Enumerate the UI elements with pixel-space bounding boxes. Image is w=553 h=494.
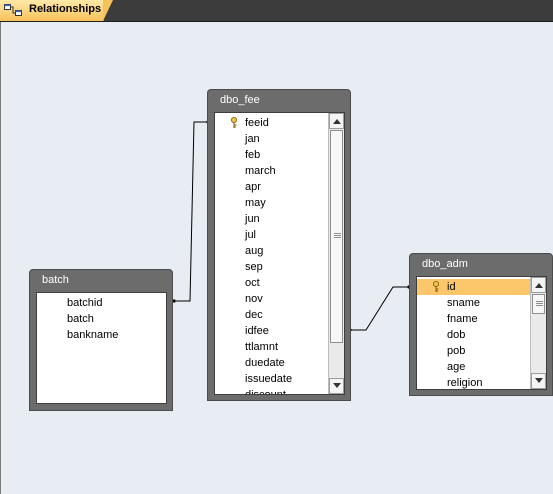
table-batch[interactable]: batch batchid batch bankname (29, 269, 173, 411)
field-row[interactable]: apr (215, 179, 328, 195)
scroll-down-button[interactable] (531, 373, 546, 389)
scroll-up-button[interactable] (329, 113, 344, 129)
field-row[interactable]: dec (215, 307, 328, 323)
vertical-scrollbar[interactable] (530, 277, 546, 389)
field-row[interactable]: idfee (215, 323, 328, 339)
field-list[interactable]: batchid batch bankname (36, 292, 167, 404)
primary-key-icon (231, 117, 237, 128)
field-row[interactable]: discount (215, 387, 328, 394)
field-row[interactable]: duedate (215, 355, 328, 371)
field-row-key[interactable]: feeid (215, 115, 328, 131)
table-dbo-fee[interactable]: dbo_fee feeid jan feb march apr may jun … (207, 89, 351, 401)
scroll-up-button[interactable] (531, 277, 546, 293)
field-row[interactable]: pob (417, 343, 530, 359)
document-tab-bar: Relationships (0, 0, 553, 22)
field-row[interactable]: jan (215, 131, 328, 147)
arrow-down-icon (535, 378, 543, 383)
field-row[interactable]: jul (215, 227, 328, 243)
arrow-up-icon (333, 119, 341, 124)
scroll-thumb[interactable] (330, 130, 343, 343)
field-row[interactable]: age (417, 359, 530, 375)
table-title[interactable]: dbo_fee (220, 94, 260, 106)
scroll-thumb[interactable] (532, 294, 545, 314)
field-row[interactable]: batch (37, 311, 166, 327)
field-row[interactable]: feb (215, 147, 328, 163)
table-title[interactable]: batch (42, 274, 69, 286)
field-row[interactable]: religion (417, 375, 530, 389)
field-row[interactable]: aug (215, 243, 328, 259)
vertical-scrollbar[interactable] (328, 113, 344, 394)
field-list[interactable]: feeid jan feb march apr may jun jul aug … (214, 112, 345, 395)
arrow-down-icon (333, 383, 341, 388)
field-row[interactable]: sname (417, 295, 530, 311)
tab-label: Relationships (29, 3, 102, 15)
tab-relationships[interactable]: Relationships (0, 0, 113, 21)
field-row[interactable]: batchid (37, 295, 166, 311)
scroll-down-button[interactable] (329, 378, 344, 394)
primary-key-icon (433, 281, 439, 292)
field-list[interactable]: id sname fname dob pob age religion (416, 276, 547, 390)
field-row[interactable]: dob (417, 327, 530, 343)
field-row[interactable]: jun (215, 211, 328, 227)
field-row[interactable]: march (215, 163, 328, 179)
table-title[interactable]: dbo_adm (422, 258, 468, 270)
field-row[interactable]: bankname (37, 327, 166, 343)
field-row[interactable]: nov (215, 291, 328, 307)
field-row[interactable]: oct (215, 275, 328, 291)
field-row[interactable]: fname (417, 311, 530, 327)
field-row[interactable]: may (215, 195, 328, 211)
arrow-up-icon (535, 283, 543, 288)
field-row-key-selected[interactable]: id (417, 279, 530, 295)
table-dbo-adm[interactable]: dbo_adm id sname fname dob pob age relig… (409, 253, 553, 396)
relationships-icon (4, 4, 22, 16)
field-row[interactable]: ttlamnt (215, 339, 328, 355)
field-row[interactable]: sep (215, 259, 328, 275)
field-row[interactable]: issuedate (215, 371, 328, 387)
